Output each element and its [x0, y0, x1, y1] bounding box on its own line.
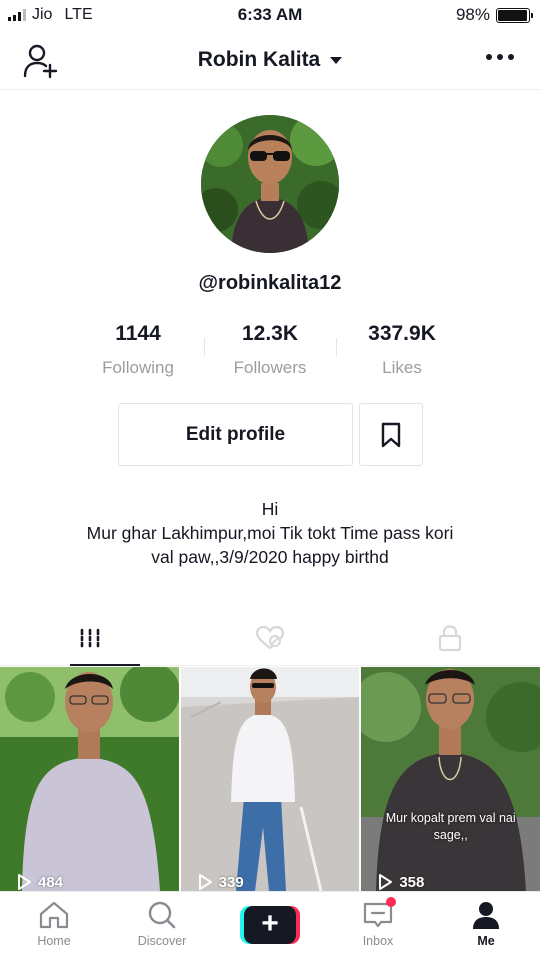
tab-liked[interactable] [180, 610, 360, 665]
video-thumbnail-image [361, 667, 540, 891]
nav-label: Inbox [362, 934, 394, 948]
profile-bio: Hi Mur ghar Lakhimpur,moi Tik tokt Time … [0, 497, 540, 569]
bio-line: val paw,,3/9/2020 happy birthd [151, 547, 389, 567]
search-icon [148, 901, 176, 929]
more-horizontal-icon[interactable] [486, 54, 514, 60]
profile-header: Robin Kalita [0, 32, 540, 90]
nav-label: Home [37, 934, 71, 948]
tab-private[interactable] [360, 610, 540, 665]
view-count-value: 339 [218, 873, 244, 891]
video-grid: 484 339 Mur kopalt prem val nai sage,, 3… [0, 667, 540, 891]
video-thumbnail-image [0, 667, 179, 891]
video-thumbnail[interactable]: 339 [180, 667, 360, 891]
edit-profile-button[interactable]: Edit profile [118, 403, 353, 466]
notification-dot [386, 897, 396, 907]
stat-following[interactable]: 1144 Following [72, 322, 204, 378]
stat-value: 12.3K [241, 322, 299, 345]
nav-create[interactable]: + [216, 892, 324, 960]
stat-followers[interactable]: 12.3K Followers [204, 322, 336, 378]
play-outline-icon [198, 874, 212, 890]
create-plus-icon: + [240, 906, 300, 944]
bio-line: Hi [261, 499, 279, 519]
bottom-nav: Home Discover + Inbox Me [0, 891, 540, 960]
play-outline-icon [18, 874, 31, 890]
person-icon [473, 902, 499, 929]
lock-icon [438, 624, 462, 651]
profile-stats: 1144 Following 12.3K Followers 337.9K Li… [72, 322, 468, 378]
avatar-photo [201, 115, 339, 253]
battery-icon [496, 7, 533, 23]
grid-videos-icon [80, 628, 100, 647]
home-icon [39, 901, 69, 929]
view-count-value: 484 [38, 873, 64, 891]
play-outline-icon [379, 874, 393, 890]
stat-value: 337.9K [368, 322, 436, 345]
content-tabs [0, 610, 540, 666]
video-thumbnail[interactable]: 484 [0, 667, 179, 891]
bookmark-icon [381, 422, 401, 447]
stat-label: Following [102, 358, 174, 377]
liked-hidden-icon [255, 625, 285, 649]
battery-percent: 98% [455, 5, 490, 24]
nav-label: Me [477, 934, 495, 948]
view-count: 484 [16, 873, 63, 891]
view-count: 358 [377, 873, 424, 891]
tab-videos[interactable] [0, 610, 180, 666]
stat-value: 1144 [115, 322, 161, 345]
username-handle: @robinkalita12 [198, 272, 342, 294]
nav-home[interactable]: Home [0, 892, 108, 960]
stat-likes[interactable]: 337.9K Likes [336, 322, 468, 378]
status-bar: Jio LTE 6:33 AM 98% [0, 0, 540, 32]
bookmark-button[interactable] [359, 403, 423, 466]
nav-me[interactable]: Me [432, 892, 540, 960]
video-caption: Mur kopalt prem val nai sage,, [385, 811, 516, 842]
video-thumbnail[interactable]: Mur kopalt prem val nai sage,, 358 [361, 667, 540, 891]
nav-inbox[interactable]: Inbox [324, 892, 432, 960]
bio-line: Mur ghar Lakhimpur,moi Tik tokt Time pas… [86, 523, 454, 543]
nav-discover[interactable]: Discover [108, 892, 216, 960]
account-switcher[interactable]: Robin Kalita [0, 48, 540, 72]
view-count-value: 358 [399, 873, 425, 891]
caret-down-icon [330, 56, 343, 64]
stat-label: Likes [382, 358, 422, 377]
avatar[interactable] [201, 115, 339, 253]
view-count: 339 [197, 873, 244, 891]
account-name: Robin Kalita [197, 48, 321, 71]
video-thumbnail-image [180, 667, 360, 891]
nav-label: Discover [137, 934, 187, 948]
status-right: 98% [455, 5, 533, 25]
stat-label: Followers [233, 358, 307, 377]
